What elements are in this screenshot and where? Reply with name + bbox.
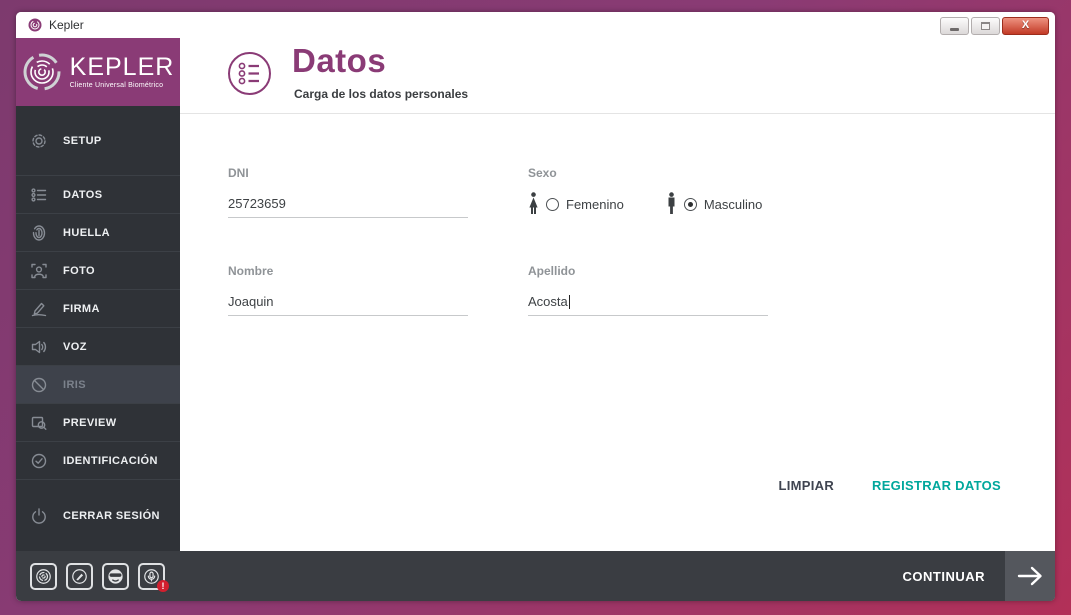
sidebar: KEPLER Cliente Universal Biométrico SETU… — [16, 38, 180, 551]
page-title: Datos — [292, 42, 386, 80]
sidebar-item-firma[interactable]: FIRMA — [16, 289, 180, 327]
brand-logo: KEPLER Cliente Universal Biométrico — [16, 38, 180, 106]
device-status-icons: ! — [30, 563, 165, 590]
page-subtitle: Carga de los datos personales — [294, 87, 468, 101]
text-cursor — [569, 295, 570, 309]
apellido-input[interactable]: Acosta — [528, 288, 768, 316]
nombre-label: Nombre — [228, 264, 468, 278]
microphone-status-icon[interactable]: ! — [138, 563, 165, 590]
arrow-right-icon — [1016, 565, 1044, 587]
signature-status-icon[interactable] — [66, 563, 93, 590]
dni-input[interactable]: 25723659 — [228, 190, 468, 218]
apellido-label: Apellido — [528, 264, 768, 278]
female-icon — [528, 192, 539, 216]
sidebar-menu: SETUP DATOS HUELLA — [16, 106, 180, 551]
radio-masculino[interactable]: Masculino — [666, 192, 763, 216]
male-icon — [666, 192, 677, 216]
sidebar-item-foto[interactable]: FOTO — [16, 251, 180, 289]
minimize-icon — [950, 28, 959, 31]
window-title: Kepler — [49, 18, 84, 32]
sidebar-item-iris[interactable]: IRIS — [16, 365, 180, 403]
sidebar-item-label: CERRAR SESIÓN — [63, 510, 160, 522]
sidebar-item-label: DATOS — [63, 189, 103, 201]
sidebar-item-voz[interactable]: VOZ — [16, 327, 180, 365]
brand-subtitle: Cliente Universal Biométrico — [70, 82, 175, 89]
nombre-input[interactable]: Joaquin — [228, 288, 468, 316]
radio-circle — [684, 198, 697, 211]
face-status-icon[interactable] — [102, 563, 129, 590]
sidebar-item-label: FIRMA — [63, 303, 100, 315]
voice-icon — [30, 338, 48, 356]
sexo-label: Sexo — [528, 166, 848, 180]
continuar-arrow-button[interactable] — [1005, 551, 1055, 601]
sidebar-item-huella[interactable]: HUELLA — [16, 213, 180, 251]
sidebar-item-setup[interactable]: SETUP — [16, 106, 180, 175]
nombre-value: Joaquin — [228, 294, 274, 309]
sidebar-item-label: SETUP — [63, 135, 102, 147]
sidebar-item-label: PREVIEW — [63, 417, 117, 429]
datos-header-icon — [227, 51, 272, 96]
radio-femenino[interactable]: Femenino — [528, 192, 624, 216]
limpiar-button[interactable]: LIMPIAR — [778, 478, 834, 493]
header-divider — [180, 113, 1055, 114]
apellido-value: Acosta — [528, 294, 568, 309]
sidebar-item-label: VOZ — [63, 341, 87, 353]
radio-circle — [546, 198, 559, 211]
sidebar-item-preview[interactable]: PREVIEW — [16, 403, 180, 441]
list-icon — [30, 186, 48, 204]
maximize-button[interactable] — [971, 17, 1000, 35]
sidebar-item-label: HUELLA — [63, 227, 110, 239]
sidebar-item-label: IRIS — [63, 379, 86, 391]
radio-label: Femenino — [566, 197, 624, 212]
title-bar: Kepler X — [16, 12, 1055, 38]
minimize-button[interactable] — [940, 17, 969, 35]
registrar-datos-button[interactable]: REGISTRAR DATOS — [872, 478, 1001, 493]
power-icon — [30, 507, 48, 525]
dni-value: 25723659 — [228, 196, 286, 211]
sidebar-item-identificacion[interactable]: IDENTIFICACIÓN — [16, 441, 180, 479]
main-content: Datos Carga de los datos personales DNI … — [180, 38, 1055, 551]
close-button[interactable]: X — [1002, 17, 1049, 35]
sidebar-item-label: IDENTIFICACIÓN — [63, 455, 158, 467]
dni-label: DNI — [228, 166, 468, 180]
sidebar-item-datos[interactable]: DATOS — [16, 175, 180, 213]
photo-icon — [30, 262, 48, 280]
gear-icon — [30, 132, 48, 150]
app-logo-icon — [28, 18, 42, 32]
fingerprint-status-icon[interactable] — [30, 563, 57, 590]
alert-badge: ! — [157, 580, 169, 592]
sidebar-item-cerrar-sesion[interactable]: CERRAR SESIÓN — [16, 479, 180, 551]
radio-label: Masculino — [704, 197, 763, 212]
continuar-button[interactable]: CONTINUAR — [903, 569, 986, 584]
blocked-icon — [30, 376, 48, 394]
bottom-bar: ! CONTINUAR — [16, 551, 1055, 601]
close-icon: X — [1022, 20, 1029, 31]
check-circle-icon — [30, 452, 48, 470]
fingerprint-icon — [30, 224, 48, 242]
fingerprint-logo-icon — [22, 52, 62, 92]
preview-icon — [30, 414, 48, 432]
signature-icon — [30, 300, 48, 318]
maximize-icon — [981, 22, 990, 30]
app-window: Kepler X KEPLER Cliente Universal Biomét… — [16, 12, 1055, 601]
sidebar-item-label: FOTO — [63, 265, 95, 277]
brand-name: KEPLER — [70, 55, 175, 80]
